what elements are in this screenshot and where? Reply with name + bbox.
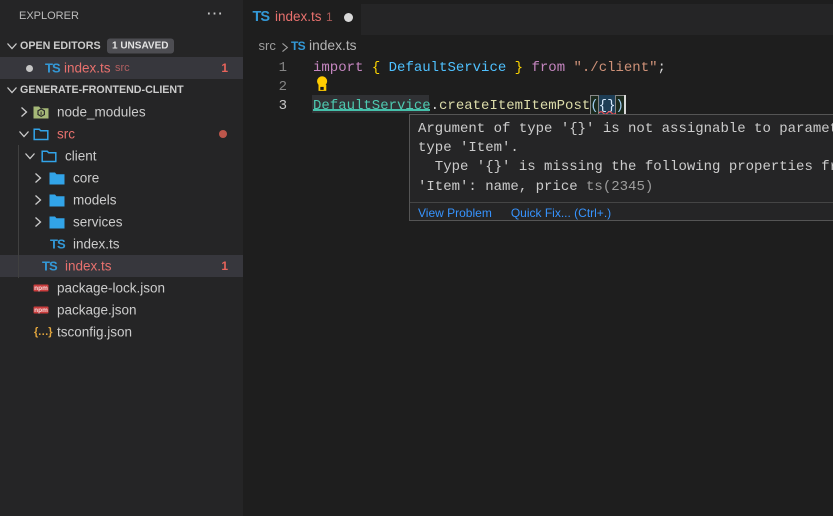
svg-text:npm: npm <box>34 307 48 314</box>
svg-text:npm: npm <box>34 285 48 292</box>
